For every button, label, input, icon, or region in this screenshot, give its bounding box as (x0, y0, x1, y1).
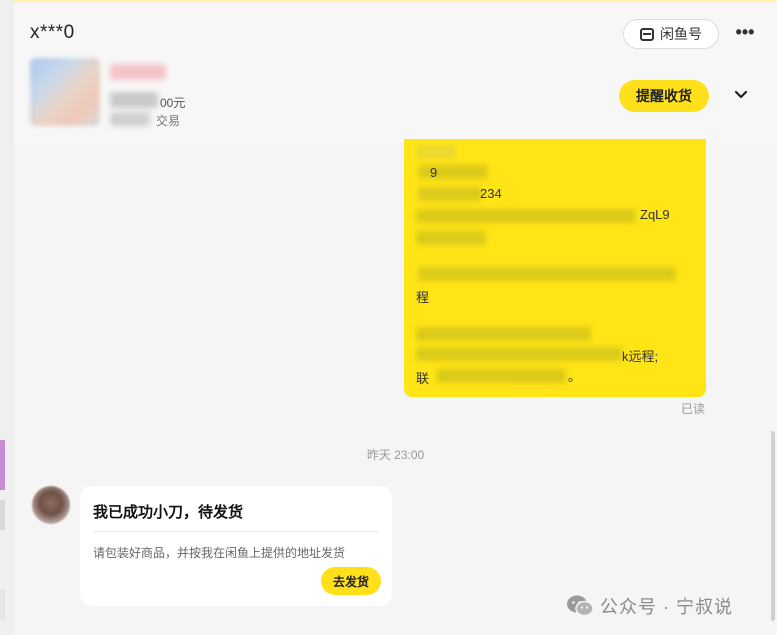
more-options-button[interactable]: ••• (734, 22, 756, 46)
outgoing-message-bubble[interactable]: 9 234 ZqL9 程 k远程; 联 。 (404, 139, 706, 397)
avatar[interactable] (32, 486, 70, 524)
message-fragment: 9 (430, 165, 438, 180)
read-status: 已读 (681, 402, 706, 416)
watermark-text: 公众号 · 宁叔说 (600, 597, 733, 617)
xianyu-account-button[interactable]: 闲鱼号 (623, 19, 719, 49)
xianyu-account-label: 闲鱼号 (660, 26, 702, 42)
redacted-text (416, 347, 622, 361)
remind-receipt-button[interactable]: 提醒收货 (619, 80, 709, 112)
card-title: 我已成功小刀，待发货 (93, 504, 244, 521)
conversation-header: x***0 闲鱼号 ••• 00元 交易 提醒收货 (14, 0, 777, 145)
redacted-text (416, 327, 591, 341)
message-timestamp: 昨天 23:00 (366, 448, 425, 462)
message-fragment: 联 (416, 371, 430, 386)
message-fragment: 。 (568, 369, 582, 384)
left-edge-marker (0, 440, 5, 490)
product-thumbnail[interactable] (30, 58, 100, 126)
product-status-suffix: 交易 (156, 114, 181, 128)
redacted-text (418, 187, 482, 201)
redacted-text (436, 369, 566, 383)
bargain-notice-card: 我已成功小刀，待发货 请包装好商品，并按我在闲鱼上提供的地址发货 去发货 (80, 486, 392, 606)
message-fragment: 程 (416, 290, 430, 305)
product-price-redacted (110, 92, 158, 108)
message-list[interactable]: 9 234 ZqL9 程 k远程; 联 。 已读 昨天 23:00 我已成功小刀… (14, 139, 777, 635)
wechat-icon (567, 595, 594, 617)
ship-now-button[interactable]: 去发货 (321, 567, 381, 595)
expand-chevron-button[interactable] (730, 84, 752, 106)
card-divider (93, 531, 379, 532)
redacted-text (416, 231, 486, 245)
contact-username: x***0 (30, 22, 75, 43)
left-edge-marker (0, 500, 5, 530)
card-description: 请包装好商品，并按我在闲鱼上提供的地址发货 (93, 546, 346, 560)
redacted-text (416, 209, 636, 223)
message-fragment: 234 (480, 186, 502, 201)
left-edge-marker (0, 590, 5, 620)
message-fragment: ZqL9 (640, 207, 670, 222)
chat-window: x***0 闲鱼号 ••• 00元 交易 提醒收货 9 234 ZqL9 程 k… (0, 0, 777, 635)
chevron-down-icon (734, 90, 748, 99)
redacted-text (416, 145, 456, 159)
product-status-redacted (110, 112, 150, 126)
more-icon: ••• (735, 22, 755, 42)
product-title-redacted (110, 64, 166, 80)
redacted-text (418, 165, 488, 179)
left-edge-strip (0, 0, 14, 635)
message-fragment: k远程; (622, 349, 659, 364)
product-price-suffix: 00元 (160, 96, 186, 110)
redacted-text (418, 267, 676, 281)
watermark: 公众号 · 宁叔说 (566, 593, 733, 619)
shop-icon (640, 27, 654, 41)
